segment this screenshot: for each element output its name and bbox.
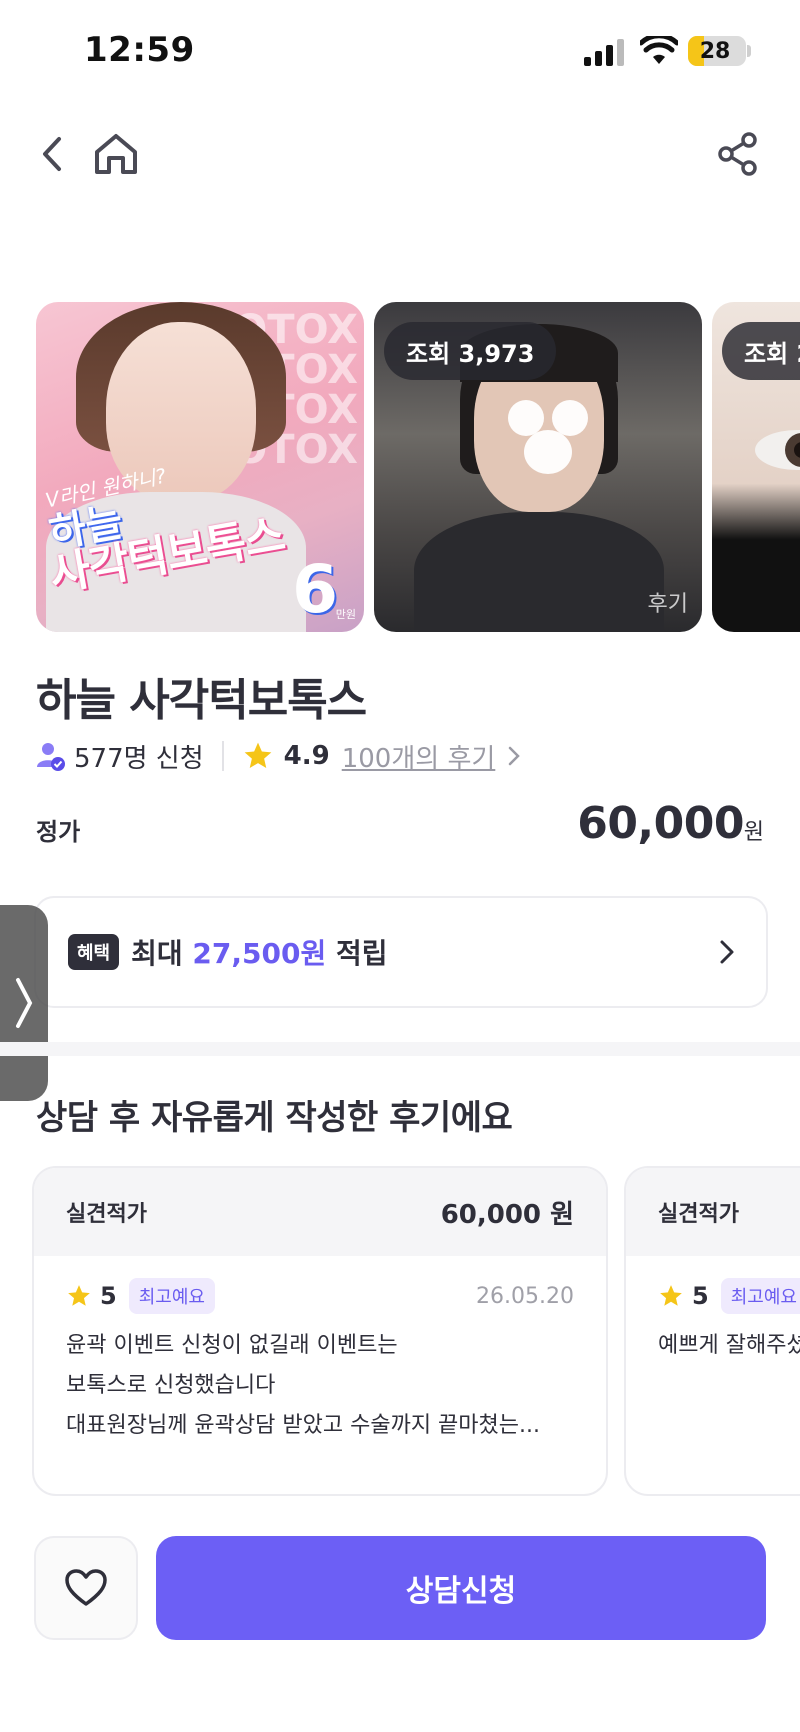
share-icon bbox=[718, 132, 757, 176]
wifi-icon bbox=[640, 36, 678, 64]
product-title: 하늘 사각턱보톡스 bbox=[36, 675, 367, 726]
benefit-suffix: 적립 bbox=[335, 937, 388, 970]
review-grade-badge: 최고예요 bbox=[128, 1278, 215, 1314]
view-count-badge: 조회 2 bbox=[722, 322, 800, 380]
review-grade-badge: 최고예요 bbox=[720, 1278, 800, 1314]
star-icon bbox=[244, 742, 271, 768]
rating-value: 4.9 bbox=[283, 741, 330, 771]
benefit-tag: 혜택 bbox=[68, 934, 120, 970]
review-card[interactable]: 실견적가 5 최고예요 예쁘게 잘해주셨 bbox=[624, 1166, 800, 1496]
blur-sticker bbox=[552, 400, 588, 436]
price-label: 정가 bbox=[36, 818, 81, 846]
share-button[interactable] bbox=[712, 124, 764, 184]
promo-price-unit: 만원 bbox=[335, 608, 356, 621]
chevron-right-icon bbox=[720, 940, 734, 964]
review-photo[interactable]: 조회 3,973 후기 bbox=[374, 302, 702, 632]
promo-image[interactable]: BOTOX BOTOX BOTOX BOTOX V라인 원하니? 하늘 사각턱보… bbox=[36, 302, 364, 632]
benefit-text: 최대 27,500원 적립 bbox=[131, 932, 387, 972]
review-date: 26.05.20 bbox=[476, 1283, 574, 1309]
benefit-prefix: 최대 bbox=[131, 937, 183, 970]
review-text: 예쁘게 잘해주셨 bbox=[658, 1333, 800, 1358]
meta-divider bbox=[221, 741, 224, 771]
review-card[interactable]: 실견적가 60,000 원 5 최고예요 26.05.20 윤곽 이벤트 신청이… bbox=[32, 1166, 608, 1496]
status-bar: 12:59 28 bbox=[0, 0, 800, 100]
image-gallery[interactable]: BOTOX BOTOX BOTOX BOTOX V라인 원하니? 하늘 사각턱보… bbox=[36, 302, 800, 632]
quote-label: 실견적가 bbox=[658, 1202, 739, 1227]
price-value: 60,000 bbox=[577, 798, 744, 849]
photo-eye bbox=[755, 430, 800, 470]
review-tag: 후기 bbox=[647, 592, 688, 617]
section-divider bbox=[0, 1042, 800, 1056]
benefit-amount: 27,500원 bbox=[192, 937, 327, 970]
review-card-header: 실견적가 60,000 원 bbox=[34, 1168, 606, 1256]
review-photo[interactable]: 조회 2 bbox=[712, 302, 800, 632]
review-score: 5 bbox=[692, 1282, 709, 1310]
review-score: 5 bbox=[100, 1282, 117, 1310]
photo-body bbox=[414, 512, 664, 632]
favorite-button[interactable] bbox=[34, 1536, 138, 1640]
home-button[interactable] bbox=[88, 124, 144, 184]
star-icon bbox=[68, 1285, 90, 1306]
price-unit: 원 bbox=[743, 820, 764, 845]
back-button[interactable] bbox=[30, 124, 74, 184]
chevron-left-icon bbox=[43, 137, 61, 171]
battery-indicator: 28 bbox=[688, 36, 746, 66]
quote-value: 60,000 원 bbox=[440, 1199, 574, 1230]
battery-cap bbox=[747, 45, 751, 57]
applicant-count: 577명 신청 bbox=[74, 743, 204, 774]
blur-sticker bbox=[524, 430, 572, 474]
cellular-signal-icon bbox=[584, 38, 626, 66]
star-icon bbox=[660, 1285, 682, 1306]
chevron-right-icon[interactable] bbox=[507, 745, 521, 767]
home-icon bbox=[95, 134, 137, 174]
review-count-link[interactable]: 100개의 후기 bbox=[342, 738, 496, 775]
review-text: 윤곽 이벤트 신청이 없길래 이벤트는 보톡스로 신청했습니다 대표원장님께 윤… bbox=[66, 1333, 540, 1438]
battery-level: 28 bbox=[699, 39, 731, 64]
view-count-badge: 조회 3,973 bbox=[384, 322, 557, 380]
quote-label: 실견적가 bbox=[66, 1202, 147, 1227]
benefit-card[interactable]: 혜택 최대 27,500원 적립 bbox=[34, 896, 768, 1008]
side-drawer-handle[interactable] bbox=[0, 905, 48, 1101]
consultation-request-button[interactable]: 상담신청 bbox=[156, 1536, 766, 1640]
review-card-header: 실견적가 bbox=[626, 1168, 800, 1256]
chevron-right-icon bbox=[16, 978, 33, 1028]
user-check-icon bbox=[37, 743, 65, 771]
product-meta: 577명 신청 4.9 100개의 후기 bbox=[36, 738, 521, 774]
promo-price: 6 bbox=[292, 551, 338, 628]
heart-icon bbox=[65, 1569, 107, 1606]
review-carousel[interactable]: 실견적가 60,000 원 5 최고예요 26.05.20 윤곽 이벤트 신청이… bbox=[32, 1166, 800, 1496]
status-time: 12:59 bbox=[84, 30, 195, 70]
reviews-section-title: 상담 후 자유롭게 작성한 후기에요 bbox=[36, 1098, 513, 1138]
